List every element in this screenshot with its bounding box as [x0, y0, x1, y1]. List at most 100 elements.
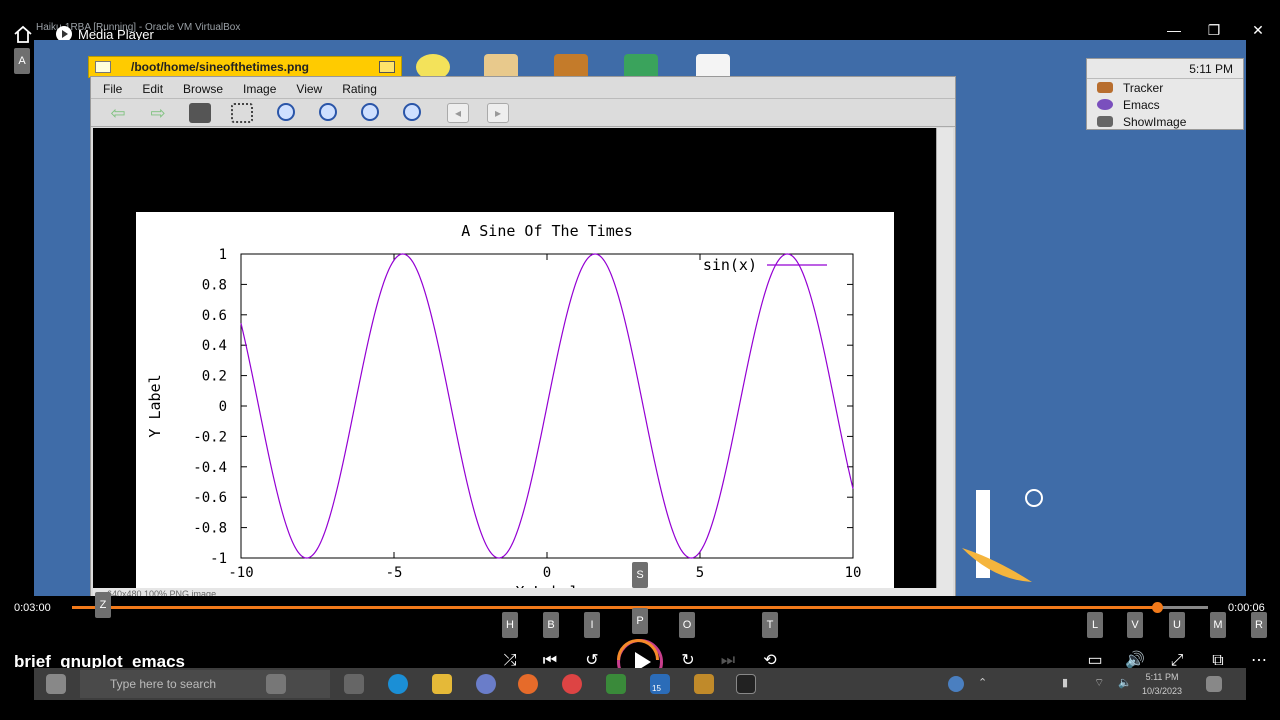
edge-icon[interactable] [388, 674, 408, 694]
settings-icon[interactable] [476, 674, 496, 694]
minimize-button[interactable]: — [1164, 22, 1184, 40]
prev-page-icon[interactable]: ◂ [447, 103, 469, 123]
wifi-icon[interactable]: ⌔ [1094, 676, 1104, 690]
seek-thumb[interactable] [1151, 602, 1163, 613]
y-tick-label: 0.2 [202, 369, 227, 385]
y-tick-label: 1 [219, 247, 227, 263]
file-explorer-icon[interactable] [432, 674, 452, 694]
chrome-icon[interactable] [562, 674, 582, 694]
chart-title: A Sine Of The Times [461, 222, 633, 240]
haiku-desktop: 5:11 PM Tracker Emacs ShowImage /boot/ho… [34, 40, 1246, 602]
key-hint-u: U [1169, 612, 1185, 638]
emacs-icon [1097, 99, 1113, 110]
task-view-icon[interactable] [344, 674, 364, 694]
showimage-icon [1097, 116, 1113, 127]
home-icon[interactable] [12, 24, 34, 44]
x-tick-label: 10 [845, 565, 862, 581]
sine-chart: A Sine Of The Times 1 0.8 0.6 0.4 0.2 0 -0.2 -0.… [146, 222, 862, 601]
deskbar: 5:11 PM Tracker Emacs ShowImage [1086, 58, 1244, 130]
y-tick-label: -0.6 [193, 490, 227, 506]
legend-label: sin(x) [703, 256, 757, 274]
taskbar-time: 5:11 PM [1145, 672, 1179, 682]
menu-edit[interactable]: Edit [142, 82, 163, 96]
headset-icon[interactable] [266, 674, 286, 694]
x-tick-label: 0 [543, 565, 551, 581]
menu-view[interactable]: View [296, 82, 322, 96]
select-all-icon[interactable] [231, 103, 253, 123]
key-hint-v: V [1127, 612, 1143, 638]
tray-app-icon[interactable] [948, 676, 964, 692]
tray-chevron-icon[interactable]: ⌃ [978, 676, 987, 689]
y-tick-label: -0.2 [193, 429, 227, 445]
more-options-icon[interactable]: ⋯ [1247, 649, 1271, 673]
menu-file[interactable]: File [103, 82, 122, 96]
taskbar-date: 10/3/2023 [1142, 686, 1183, 696]
seek-bar-fill [72, 606, 1157, 609]
close-button[interactable]: ✕ [1248, 22, 1268, 40]
taskbar-search[interactable]: Type here to search [80, 670, 330, 698]
window-zoom-icon[interactable] [379, 61, 395, 73]
zoom-out-icon[interactable] [403, 103, 421, 121]
microphone-icon[interactable]: ▮ [1062, 676, 1068, 689]
back-arrow-icon[interactable]: ⇦ [107, 103, 129, 123]
menu-browse[interactable]: Browse [183, 82, 223, 96]
mail-badge: 15 [652, 684, 661, 693]
key-hint-z: Z [95, 592, 111, 618]
start-icon[interactable] [46, 674, 66, 694]
notifications-icon[interactable] [1206, 676, 1222, 692]
key-hint-o: O [679, 612, 695, 638]
tracker-icon [1097, 82, 1113, 93]
key-hint-m: M [1210, 612, 1226, 638]
key-hint-s: S [632, 562, 648, 588]
forward-arrow-icon[interactable]: ⇨ [147, 103, 169, 123]
window-close-icon[interactable] [95, 61, 111, 73]
restore-button[interactable]: ❐ [1204, 22, 1224, 40]
haiku-logo-icon [962, 489, 1043, 582]
slideshow-icon[interactable] [189, 103, 211, 123]
speaker-icon[interactable]: 🔈 [1118, 676, 1132, 689]
menu-rating[interactable]: Rating [342, 82, 377, 96]
x-tick-label: -10 [228, 565, 253, 581]
window-tab-title: /boot/home/sineofthetimes.png [131, 60, 310, 74]
taskbar-clock[interactable]: 5:11 PM 10/3/2023 [1142, 670, 1182, 698]
zoom-in-icon[interactable] [361, 103, 379, 121]
y-tick-label: -0.8 [193, 521, 227, 537]
deskbar-clock[interactable]: 5:11 PM [1087, 59, 1243, 79]
deskbar-item-showimage[interactable]: ShowImage [1087, 113, 1243, 130]
key-hint-b: B [543, 612, 559, 638]
vertical-scrollbar[interactable] [936, 128, 953, 588]
plot-image: A Sine Of The Times 1 0.8 0.6 0.4 0.2 0 -0.2 -0.… [136, 212, 894, 602]
series-line-sin [240, 253, 854, 559]
key-hint-r: R [1251, 612, 1267, 638]
key-hint-t: T [762, 612, 778, 638]
playback-controls: brief_gnuplot_emacs ⤮ ⏮ ↺ ↻ ⏭ ⟲ ▭ 🔊 ⤢ ⧉ … [0, 608, 1280, 685]
y-tick-label: 0.4 [202, 338, 227, 354]
deskbar-item-tracker[interactable]: Tracker [1087, 79, 1243, 96]
x-tick-label: -5 [386, 565, 403, 581]
image-viewer[interactable]: A Sine Of The Times 1 0.8 0.6 0.4 0.2 0 -0.2 -0.… [93, 128, 936, 602]
next-page-icon[interactable]: ▸ [487, 103, 509, 123]
original-size-icon[interactable] [319, 103, 337, 121]
key-hint-i: I [584, 612, 600, 638]
window-tab[interactable]: /boot/home/sineofthetimes.png [88, 56, 402, 78]
y-axis-label: Y Label [146, 374, 164, 437]
toolbar: ⇦ ⇨ ◂ ▸ [91, 99, 955, 127]
x-tick-label: 5 [696, 565, 704, 581]
firefox-icon[interactable] [518, 674, 538, 694]
app-icon[interactable] [606, 674, 626, 694]
fit-icon[interactable] [277, 103, 295, 121]
deskbar-item-emacs[interactable]: Emacs [1087, 96, 1243, 113]
showimage-window: File Edit Browse Image View Rating ⇦ ⇨ ◂… [90, 76, 956, 602]
windows-taskbar: Type here to search 15 ⌃ ▮ ⌔ 🔈 5:11 PM 1… [34, 668, 1246, 700]
y-tick-label: -1 [210, 551, 227, 567]
key-hint-p: P [632, 608, 648, 634]
key-hint-h: H [502, 612, 518, 638]
menu-image[interactable]: Image [243, 82, 276, 96]
virtualbox-icon[interactable] [694, 674, 714, 694]
y-tick-label: -0.4 [193, 460, 227, 476]
menu-bar: File Edit Browse Image View Rating [91, 79, 955, 99]
media-player-taskbar-icon[interactable] [736, 674, 756, 694]
current-time: 0:03:00 [14, 602, 51, 614]
y-tick-label: 0 [219, 399, 227, 415]
media-player-window: Haiku-1RBA [Running] - Oracle VM Virtual… [0, 0, 1280, 720]
